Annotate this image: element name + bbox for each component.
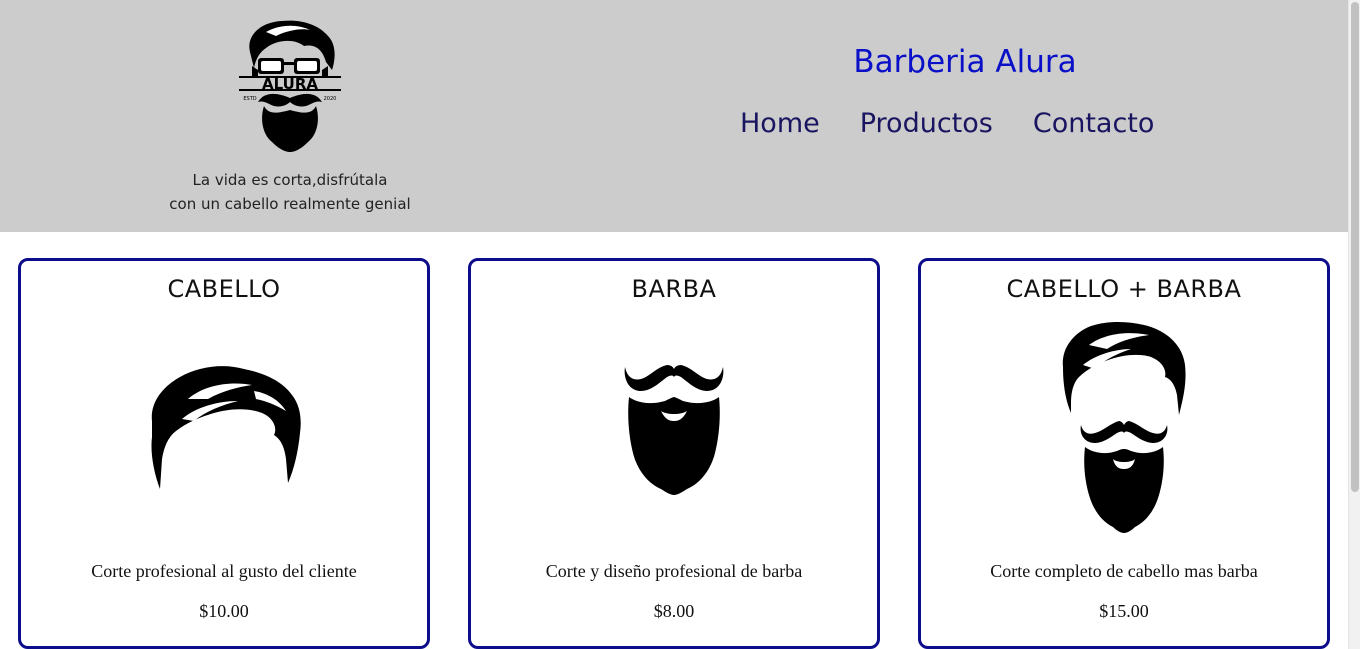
- site-title: Barberia Alura: [853, 44, 1077, 80]
- beard-icon: [624, 365, 724, 495]
- tagline: La vida es corta,disfrútala con un cabel…: [140, 168, 440, 216]
- site-header: ALURA ESTD 2020 La vida es corta,disfrút…: [0, 0, 1348, 232]
- nav-contacto[interactable]: Contacto: [1033, 108, 1155, 139]
- product-card-barba: BARBA Corte y diseño profesional de barb…: [468, 258, 880, 649]
- logo-year: 2020: [324, 96, 337, 102]
- logo-estd: ESTD: [243, 96, 256, 102]
- alura-logo[interactable]: ALURA ESTD 2020: [236, 18, 344, 152]
- vertical-scrollbar[interactable]: [1348, 0, 1360, 649]
- main-nav: Home Productos Contacto: [720, 108, 1174, 139]
- card-description: Corte completo de cabello mas barba: [990, 561, 1258, 581]
- card-price: $10.00: [199, 601, 249, 621]
- hair-and-beard-icon: [1062, 321, 1186, 533]
- tagline-line-1: La vida es corta,disfrútala: [192, 171, 388, 189]
- nav-home[interactable]: Home: [740, 108, 820, 139]
- product-card-cabello-barba: CABELLO + BARBA Corte completo de cabell…: [918, 258, 1330, 649]
- nav-productos[interactable]: Productos: [860, 108, 993, 139]
- scrollbar-thumb[interactable]: [1351, 2, 1359, 492]
- card-title: CABELLO: [167, 275, 281, 303]
- card-price: $15.00: [1099, 601, 1149, 621]
- card-description: Corte y diseño profesional de barba: [545, 561, 803, 581]
- logo-text: ALURA: [262, 75, 318, 93]
- card-price: $8.00: [653, 601, 695, 621]
- page: ALURA ESTD 2020 La vida es corta,disfrút…: [0, 0, 1360, 649]
- card-title: BARBA: [631, 275, 717, 303]
- tagline-line-2: con un cabello realmente genial: [169, 195, 411, 213]
- product-card-cabello: CABELLO Corte profesional al gusto del c…: [18, 258, 430, 649]
- hair-icon: [151, 366, 301, 489]
- card-title: CABELLO + BARBA: [1006, 275, 1242, 303]
- card-description: Corte profesional al gusto del cliente: [91, 561, 357, 581]
